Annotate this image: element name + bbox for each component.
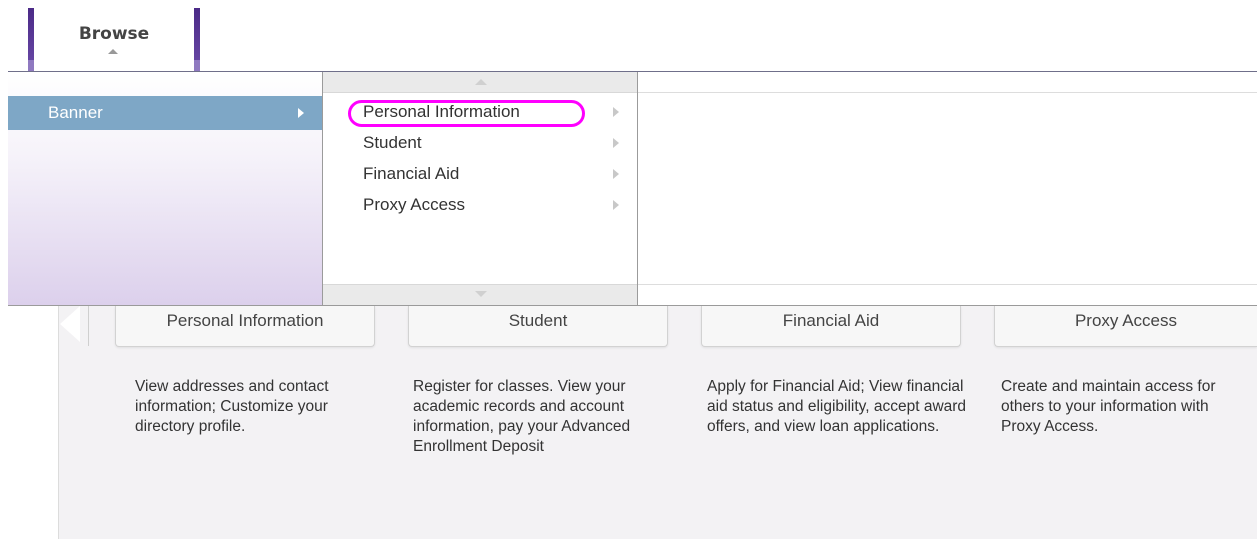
scroll-up-button[interactable] — [323, 72, 637, 93]
chevron-right-icon — [613, 200, 619, 210]
menu-item-student[interactable]: Student — [323, 130, 637, 160]
category-description-proxy-access: Create and maintain access for others to… — [1001, 378, 1216, 435]
menu-item-banner[interactable]: Banner — [8, 96, 322, 130]
triangle-up-icon — [475, 79, 487, 85]
category-tab-personal-information[interactable]: Personal Information — [115, 306, 375, 347]
browse-menu: Banner Personal Information Student Fina… — [8, 72, 1257, 306]
menu-column-2: Personal Information Student Financial A… — [323, 72, 638, 305]
menu-item-financial-aid[interactable]: Financial Aid — [323, 161, 637, 191]
chevron-right-icon — [298, 108, 304, 118]
menu-column-3-header — [638, 72, 1257, 93]
nav-divider — [88, 306, 89, 346]
category-title: Student — [508, 311, 568, 330]
previous-nav-button[interactable] — [58, 306, 92, 346]
category-tab-financial-aid[interactable]: Financial Aid — [701, 306, 961, 347]
chevron-right-icon — [613, 107, 619, 117]
menu-item-label: Financial Aid — [363, 164, 460, 183]
category-title: Financial Aid — [782, 311, 880, 330]
category-description-personal-information: View addresses and contact information; … — [135, 378, 329, 435]
category-title: Personal Information — [166, 311, 324, 330]
chevron-right-icon — [613, 169, 619, 179]
menu-item-label: Banner — [48, 103, 103, 122]
menu-item-label: Personal Information — [363, 102, 520, 121]
scroll-down-button[interactable] — [323, 284, 637, 305]
category-tab-student[interactable]: Student — [408, 306, 668, 347]
caret-up-icon — [108, 49, 118, 54]
category-description-financial-aid: Apply for Financial Aid; View financial … — [707, 378, 967, 435]
category-description-student: Register for classes. View your academic… — [413, 378, 631, 455]
browse-tab-label: Browse — [78, 24, 150, 44]
browse-tab[interactable]: Browse — [26, 8, 202, 72]
menu-item-personal-information[interactable]: Personal Information — [323, 99, 637, 129]
menu-column-3-footer — [638, 284, 1257, 305]
category-tab-proxy-access[interactable]: Proxy Access — [994, 306, 1257, 347]
menu-item-proxy-access[interactable]: Proxy Access — [323, 192, 637, 222]
menu-item-label: Student — [363, 133, 422, 152]
menu-column-3 — [638, 72, 1257, 305]
chevron-right-icon — [613, 138, 619, 148]
menu-item-label: Proxy Access — [363, 195, 466, 214]
arrow-left-icon — [60, 306, 80, 342]
triangle-down-icon — [475, 291, 487, 297]
category-title: Proxy Access — [1074, 311, 1178, 330]
menu-column-1: Banner — [8, 72, 323, 305]
